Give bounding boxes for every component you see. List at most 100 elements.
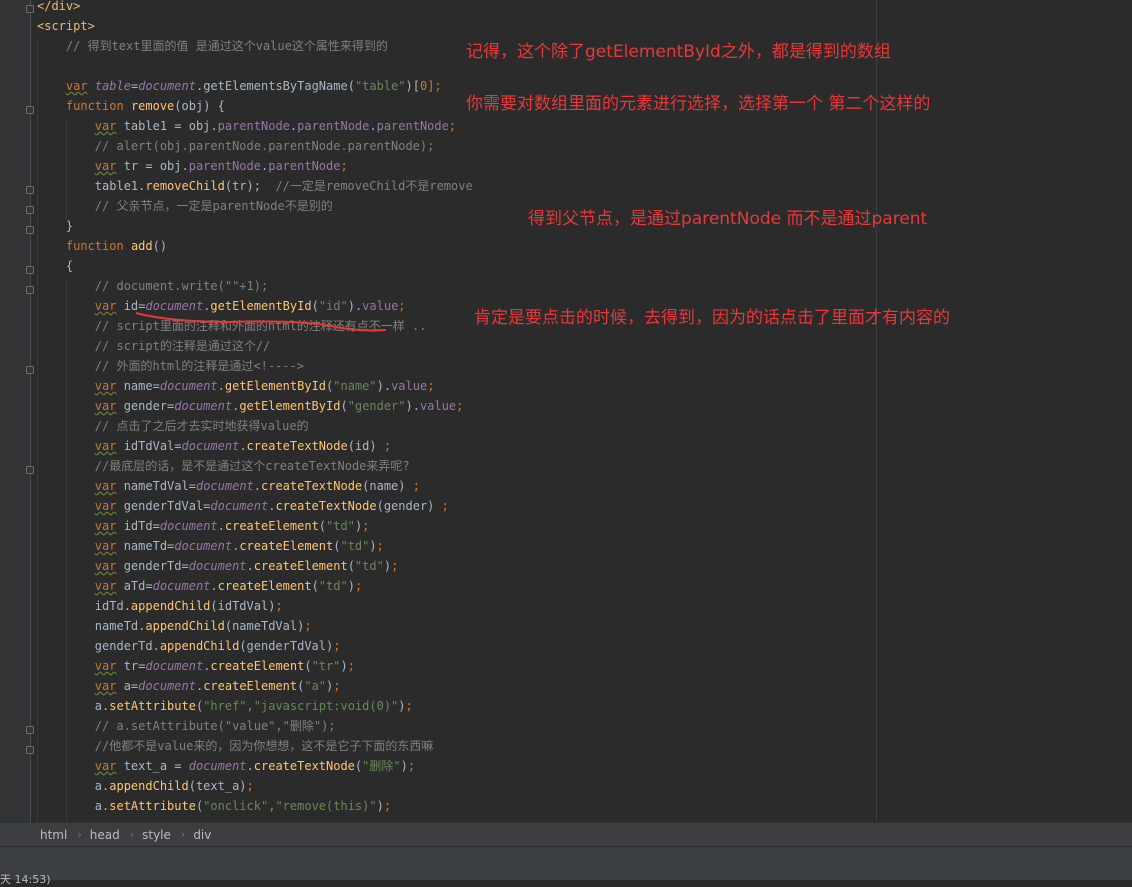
- code-line[interactable]: table1.removeChild(tr); //一定是removeChild…: [37, 176, 473, 196]
- code-line[interactable]: <script>: [37, 16, 95, 36]
- breadcrumb-item[interactable]: div: [193, 828, 211, 842]
- fold-icon[interactable]: [26, 5, 34, 13]
- code-line[interactable]: a.appendChild(text_a);: [37, 776, 254, 796]
- code-line[interactable]: </div>: [37, 0, 80, 16]
- code-token: genderTdVal=: [116, 499, 211, 513]
- code-token: ;: [354, 579, 363, 593]
- code-line[interactable]: var a=document.createElement("a");: [37, 676, 341, 696]
- code-token: "href": [203, 699, 247, 713]
- fold-icon[interactable]: [26, 466, 34, 474]
- code-line[interactable]: var nameTdVal=document.createTextNode(na…: [37, 476, 420, 496]
- code-line[interactable]: var aTd=document.createElement("td");: [37, 576, 362, 596]
- code-line[interactable]: var genderTdVal=document.createTextNode(…: [37, 496, 449, 516]
- code-token: "table": [354, 79, 406, 93]
- code-line[interactable]: var nameTd=document.createElement("td");: [37, 536, 384, 556]
- code-line[interactable]: var genderTd=document.createElement("td"…: [37, 556, 399, 576]
- code-editor[interactable]: </div> <script> // 得到text里面的值 是通过这个value这…: [0, 0, 1132, 822]
- code-line[interactable]: //他都不是value来的，因为你想想，这不是它子下面的东西嘛: [37, 736, 434, 756]
- code-line[interactable]: {: [37, 256, 73, 276]
- code-token: // alert(obj.parentNode.parentNode.paren…: [94, 139, 435, 153]
- code-token: "onclick": [203, 799, 269, 813]
- code-token: document: [210, 499, 269, 513]
- fold-icon[interactable]: [26, 746, 34, 754]
- fold-icon[interactable]: [26, 106, 34, 114]
- fold-icon[interactable]: [26, 366, 34, 374]
- code-line[interactable]: var text_a = document.createTextNode("删除…: [37, 756, 415, 776]
- code-line[interactable]: var id=document.getElementById("id").val…: [37, 296, 406, 316]
- code-line[interactable]: var idTdVal=document.createTextNode(id) …: [37, 436, 391, 456]
- code-line[interactable]: nameTd.appendChild(nameTdVal);: [37, 616, 312, 636]
- breadcrumb-item[interactable]: style: [142, 828, 171, 842]
- annotation-note: 得到父节点，是通过parentNode 而不是通过parent: [528, 209, 928, 229]
- code-line[interactable]: idTd.appendChild(idTdVal);: [37, 596, 283, 616]
- code-token: remove: [130, 99, 175, 113]
- code-token: (: [311, 579, 319, 593]
- fold-icon[interactable]: [26, 266, 34, 274]
- code-token: text_a =: [116, 759, 189, 773]
- code-token: createTextNode: [275, 499, 377, 513]
- code-token: tr=: [116, 659, 146, 673]
- right-margin-guide: [876, 0, 877, 822]
- code-line[interactable]: // document.write(""+1);: [37, 276, 268, 296]
- code-line[interactable]: var gender=document.getElementById("gend…: [37, 396, 464, 416]
- code-token: "javascript:void(0)": [253, 699, 399, 713]
- code-line[interactable]: var tr = obj.parentNode.parentNode;: [37, 156, 348, 176]
- fold-icon[interactable]: [26, 186, 34, 194]
- code-line[interactable]: function add(): [37, 236, 167, 256]
- code-token: setAttribute: [109, 699, 196, 713]
- code-token: ).: [376, 379, 392, 393]
- fold-icon[interactable]: [26, 206, 34, 214]
- code-line[interactable]: var table1 = obj.parentNode.parentNode.p…: [37, 116, 456, 136]
- fold-icon[interactable]: [26, 286, 34, 294]
- code-token: var: [94, 659, 117, 673]
- code-line[interactable]: // script里面的注释和外面的html的注释还有点不一样 ..: [37, 316, 427, 336]
- code-token: idTdVal=: [116, 439, 182, 453]
- code-token: table1.: [37, 179, 146, 193]
- code-token: createTextNode: [261, 479, 363, 493]
- code-line[interactable]: a.setAttribute("onclick","remove(this)")…: [37, 796, 391, 816]
- code-token: tr = obj.: [116, 159, 189, 173]
- code-line[interactable]: // script的注释是通过这个//: [37, 336, 270, 356]
- code-token: aTd=: [116, 579, 153, 593]
- code-token: ;: [391, 559, 399, 573]
- breadcrumb-item[interactable]: html: [40, 828, 67, 842]
- code-line[interactable]: // 外面的html的注释是通过<!---->: [37, 356, 304, 376]
- code-token: .: [217, 379, 225, 393]
- code-line[interactable]: // 得到text里面的值 是通过这个value这个属性来得到的: [37, 36, 388, 56]
- code-line[interactable]: // alert(obj.parentNode.parentNode.paren…: [37, 136, 435, 156]
- code-token: ;: [347, 659, 355, 673]
- code-line[interactable]: a.setAttribute("href","javascript:void(0…: [37, 696, 413, 716]
- code-token: ;: [333, 639, 341, 653]
- code-line[interactable]: // 点击了之后才去实时地获得value的: [37, 416, 309, 436]
- code-line[interactable]: genderTd.appendChild(genderTdVal);: [37, 636, 341, 656]
- code-line[interactable]: var idTd=document.createElement("td");: [37, 516, 370, 536]
- code-token: createElement: [210, 659, 305, 673]
- code-line[interactable]: }: [37, 216, 73, 236]
- code-line[interactable]: var table=document.getElementsByTagName(…: [37, 76, 442, 96]
- code-line[interactable]: // 父亲节点，一定是parentNode不是别的: [37, 196, 333, 216]
- code-token: value: [391, 379, 428, 393]
- code-token: (: [340, 399, 348, 413]
- fold-icon[interactable]: [26, 726, 34, 734]
- chevron-right-icon: ›: [77, 828, 82, 841]
- code-line[interactable]: var tr=document.createElement("tr");: [37, 656, 355, 676]
- code-token: ): [340, 659, 348, 673]
- fold-icon[interactable]: [26, 226, 34, 234]
- code-token: name=: [116, 379, 160, 393]
- code-token: document: [174, 539, 233, 553]
- code-token: .getElementsByTagName(: [195, 79, 355, 93]
- code-line[interactable]: //最底层的话，是不是通过这个createTextNode来弄呢?: [37, 456, 410, 476]
- code-token: id=: [116, 299, 146, 313]
- code-token: ;: [275, 599, 283, 613]
- code-line[interactable]: var name=document.getElementById("name")…: [37, 376, 435, 396]
- code-token: var: [94, 299, 117, 313]
- code-token: var: [94, 579, 117, 593]
- code-token: createElement: [203, 679, 298, 693]
- code-token: (genderTdVal): [239, 639, 334, 653]
- breadcrumb-item[interactable]: head: [90, 828, 120, 842]
- code-line[interactable]: // a.setAttribute("value","删除");: [37, 716, 336, 736]
- code-line[interactable]: function remove(obj) {: [37, 96, 225, 116]
